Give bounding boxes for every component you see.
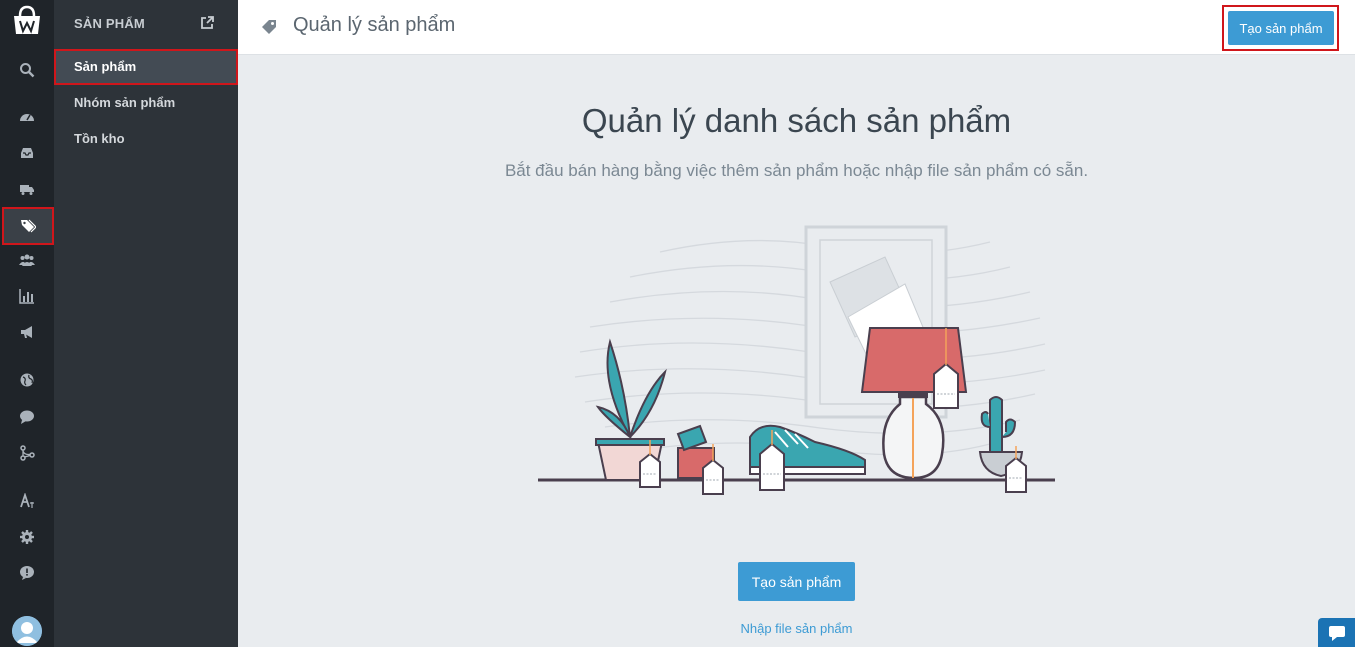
- globe-icon[interactable]: [0, 364, 54, 396]
- tag-icon: [262, 20, 276, 34]
- page-title: Quản lý sản phẩm: [293, 14, 456, 36]
- help-icon[interactable]: [0, 557, 54, 589]
- external-link-icon[interactable]: [200, 16, 214, 30]
- highlight-frame: Tạo sản phẩm: [1222, 5, 1339, 51]
- empty-state-subtitle: Bắt đầu bán hàng bằng việc thêm sản phẩm…: [504, 161, 1089, 180]
- create-product-main-button[interactable]: Tạo sản phẩm: [738, 562, 855, 601]
- chat-bubble-icon: [1328, 625, 1345, 641]
- gear-icon[interactable]: [0, 521, 54, 553]
- icon-rail: [0, 0, 54, 647]
- sidebar-item-product-groups[interactable]: Nhóm sản phẩm: [54, 85, 238, 121]
- empty-state-title: Quản lý danh sách sản phẩm: [581, 102, 1012, 139]
- dashboard-icon[interactable]: [0, 101, 54, 133]
- truck-icon[interactable]: [0, 173, 54, 205]
- users-icon[interactable]: [0, 244, 54, 276]
- sidebar-item-products[interactable]: Sản phẩm: [54, 49, 238, 85]
- tags-icon[interactable]: [2, 207, 54, 245]
- inbox-icon[interactable]: [0, 137, 54, 169]
- create-product-button[interactable]: Tạo sản phẩm: [1228, 11, 1334, 45]
- page-header: Quản lý sản phẩm Tạo sản phẩm: [238, 0, 1355, 55]
- search-icon[interactable]: [0, 54, 54, 86]
- sidebar-section-title: SẢN PHẨM: [74, 16, 145, 31]
- sidebar-item-inventory[interactable]: Tồn kho: [54, 121, 238, 157]
- avatar[interactable]: [12, 616, 42, 646]
- share-icon[interactable]: [0, 437, 54, 469]
- products-illustration: [538, 225, 1055, 495]
- translate-icon[interactable]: [0, 485, 54, 517]
- products-sidebar: SẢN PHẨM Sản phẩm Nhóm sản phẩm Tồn kho: [54, 0, 238, 647]
- chat-icon[interactable]: [0, 401, 54, 433]
- chat-widget-button[interactable]: [1318, 618, 1355, 647]
- logo-icon[interactable]: [8, 4, 46, 38]
- bar-chart-icon[interactable]: [0, 280, 54, 312]
- import-file-link[interactable]: Nhập file sản phẩm: [738, 621, 855, 636]
- megaphone-icon[interactable]: [0, 316, 54, 348]
